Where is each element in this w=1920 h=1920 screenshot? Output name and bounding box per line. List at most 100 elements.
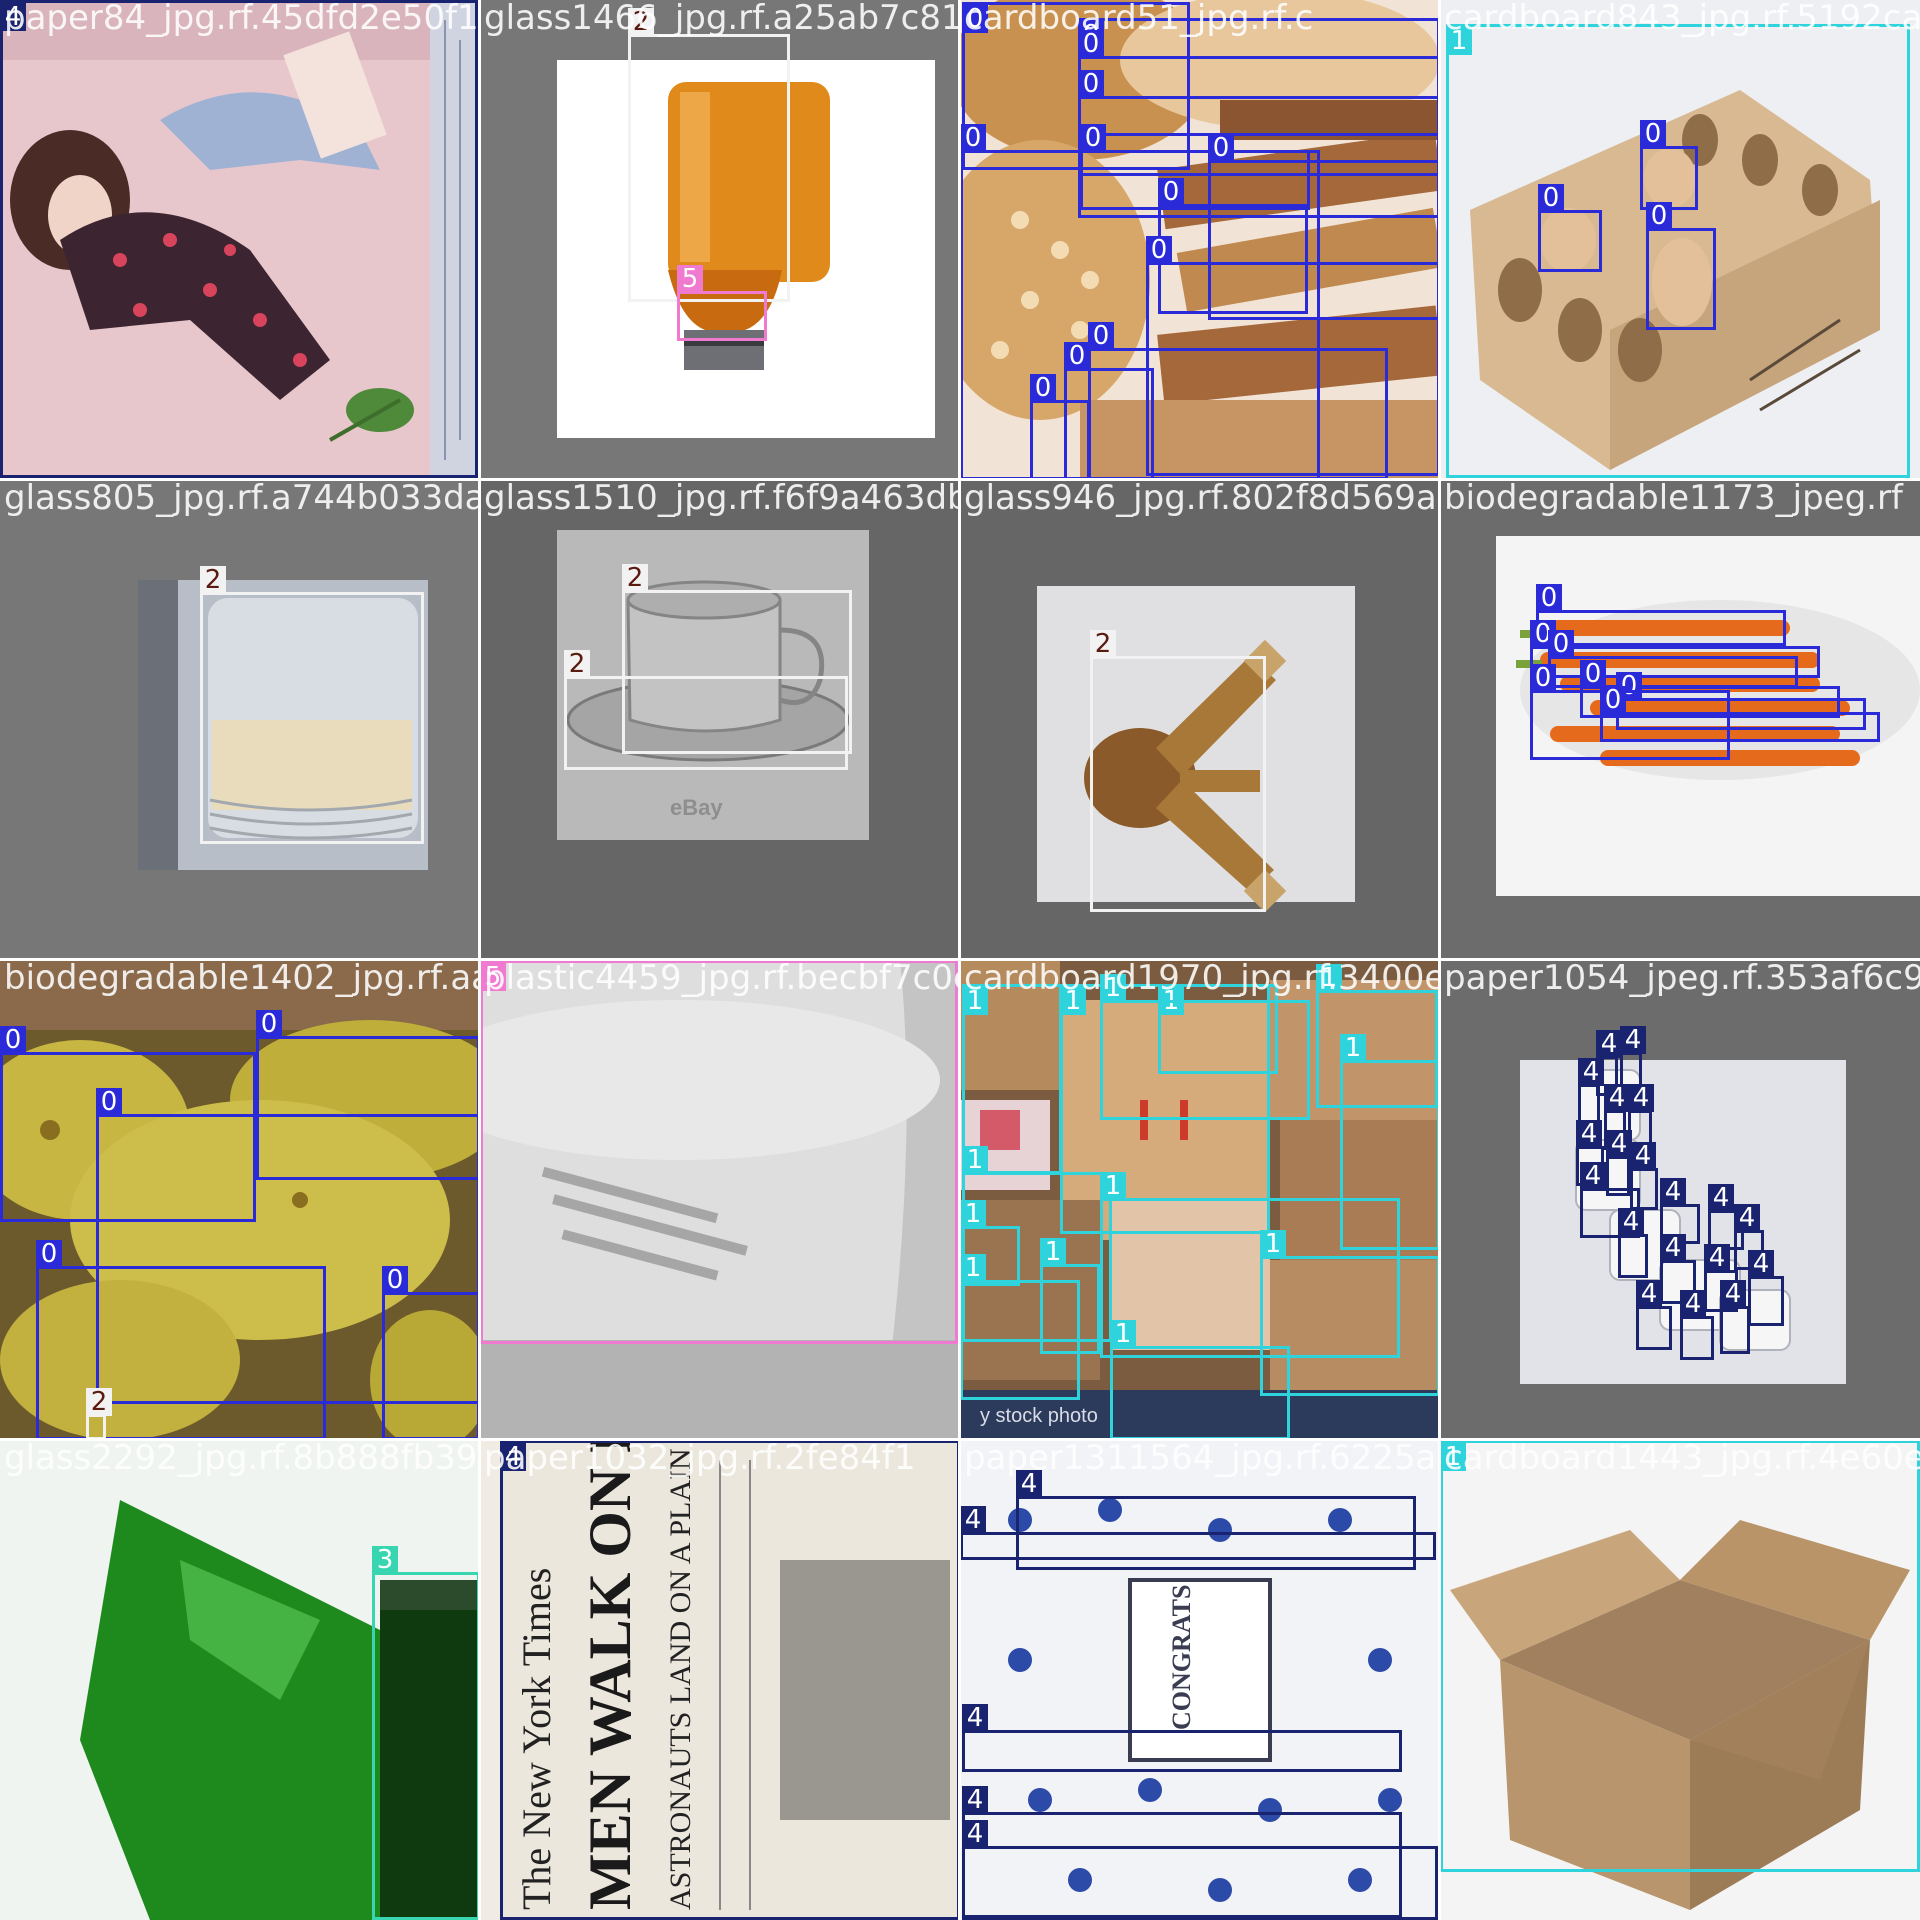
detection-box-class-4: 4 bbox=[1578, 1058, 1604, 1124]
grid-divider bbox=[0, 1438, 1920, 1441]
tile-cardboard51: cardboard51_jpg.rf.c000000000000 bbox=[960, 0, 1440, 480]
detection-label: 4 bbox=[962, 1820, 988, 1848]
tile-cardboard1443: cardboard1443_jpg.rf.4e60e 1 bbox=[1440, 1440, 1920, 1920]
detection-label: 2 bbox=[86, 1388, 112, 1416]
detection-label: 1 bbox=[960, 1200, 986, 1228]
detection-label: 1 bbox=[1340, 1034, 1366, 1062]
detection-label: 4 bbox=[1734, 1204, 1760, 1232]
detection-label: 2 bbox=[622, 564, 648, 592]
tile-cardboard843: cardboard843_jpg.rf.5192ca 1 0 0 0 bbox=[1440, 0, 1920, 480]
detection-label: 0 bbox=[1548, 630, 1574, 658]
detection-label: 0 bbox=[1536, 584, 1562, 612]
detection-box-class-2: 2 bbox=[564, 650, 848, 770]
detection-box-class-1: 1 bbox=[1440, 1440, 1920, 1872]
detection-box-class-0: 0 bbox=[1030, 374, 1090, 480]
detection-mosaic: paper84_jpg.rf.45dfd2e50f1 4 glass1466_jp… bbox=[0, 0, 1920, 1920]
detection-label: 4 bbox=[962, 1786, 988, 1814]
detection-label: 1 bbox=[1100, 1172, 1126, 1200]
detection-label: 0 bbox=[1146, 236, 1172, 264]
svg-text:y stock photo: y stock photo bbox=[980, 1405, 1098, 1427]
detection-label: 1 bbox=[1446, 27, 1472, 55]
detection-label: 0 bbox=[1208, 134, 1234, 162]
detection-label: 5 bbox=[677, 265, 703, 293]
detection-box-class-4: 4 bbox=[1618, 1208, 1648, 1278]
detection-label: 0 bbox=[960, 124, 986, 152]
detection-label: 0 bbox=[1538, 184, 1564, 212]
detection-box-class-1: 1 bbox=[1110, 1320, 1290, 1440]
detection-label: 4 bbox=[1748, 1250, 1774, 1278]
svg-text:CONGRATS: CONGRATS bbox=[1167, 1585, 1196, 1730]
tile-glass805: glass805_jpg.rf.a744b033da 2 bbox=[0, 480, 480, 960]
detection-box-class-4: 4 bbox=[1636, 1280, 1672, 1350]
detection-label: 0 bbox=[256, 1010, 282, 1038]
detection-label: 1 bbox=[962, 1146, 988, 1174]
detection-label: 4 bbox=[1708, 1184, 1734, 1212]
detection-label: 4 bbox=[1580, 1162, 1606, 1190]
detection-box-class-5: 5 bbox=[677, 265, 767, 341]
detection-label: 0 bbox=[1030, 374, 1056, 402]
detection-label: 1 bbox=[1440, 1443, 1466, 1471]
tile-glass2292: glass2292_jpg.rf.8b888fb39 3 bbox=[0, 1440, 480, 1920]
detection-label: 0 bbox=[962, 5, 988, 33]
detection-label: 0 bbox=[1640, 120, 1666, 148]
detection-box-class-2: 2 bbox=[628, 8, 790, 302]
detection-box-class-4: 4 bbox=[1748, 1250, 1784, 1326]
detection-label: 4 bbox=[1596, 1030, 1622, 1058]
detection-label: 1 bbox=[1260, 1230, 1286, 1258]
grid-divider bbox=[0, 958, 1920, 961]
tile-paper1311564: CONGRATS paper1311564_jpg.rf.6225a43b444… bbox=[960, 1440, 1440, 1920]
detection-label: 0 bbox=[1080, 124, 1106, 152]
detection-label: 2 bbox=[564, 650, 590, 678]
detection-label: 0 bbox=[1580, 660, 1606, 688]
detection-box-class-0: 0 bbox=[1600, 686, 1880, 742]
detection-label: 4 bbox=[1628, 1084, 1654, 1112]
detection-label: 1 bbox=[1100, 974, 1126, 1002]
detection-box-class-4: 4 bbox=[962, 1820, 1438, 1920]
tile-paper1032: The New York Times MEN WALK ON MOON ASTR… bbox=[480, 1440, 960, 1920]
detection-label: 0 bbox=[96, 1088, 122, 1116]
detection-box-class-1: 1 bbox=[960, 1254, 1080, 1400]
detection-label: 5 bbox=[480, 963, 506, 991]
detection-label: 4 bbox=[1660, 1234, 1686, 1262]
detection-box-class-4: 4 bbox=[0, 0, 478, 478]
detection-label: 4 bbox=[962, 1704, 988, 1732]
detection-box-class-0: 0 bbox=[1640, 120, 1698, 210]
detection-label: 4 bbox=[1620, 1026, 1646, 1054]
detection-box-class-1: 1 bbox=[1100, 974, 1310, 1120]
detection-box-class-4: 4 bbox=[500, 1440, 960, 1920]
detection-label: 0 bbox=[36, 1240, 62, 1268]
detection-label: 4 bbox=[1618, 1208, 1644, 1236]
detection-box-class-4: 4 bbox=[960, 1506, 1436, 1560]
detection-box-class-2: 2 bbox=[86, 1388, 112, 1440]
detection-label: 4 bbox=[960, 1506, 986, 1534]
detection-label: 4 bbox=[0, 3, 26, 31]
detection-label: 0 bbox=[1078, 70, 1104, 98]
detection-label: 4 bbox=[1704, 1244, 1730, 1272]
detection-box-class-2: 2 bbox=[1090, 630, 1266, 912]
detection-label: 2 bbox=[200, 566, 226, 594]
detection-label: 4 bbox=[1578, 1058, 1604, 1086]
detection-label: 4 bbox=[1720, 1280, 1746, 1308]
detection-box-class-0: 0 bbox=[382, 1266, 480, 1440]
grid-divider bbox=[0, 478, 1920, 481]
tile-biodegradable1402: biodegradable1402_jpg.rf.aa 0 0 0 0 0 2 bbox=[0, 960, 480, 1440]
detection-label: 3 bbox=[372, 1546, 398, 1574]
detection-label: 4 bbox=[1576, 1120, 1602, 1148]
detection-box-class-0: 0 bbox=[36, 1240, 326, 1440]
tile-paper1054: paper1054_jpeg.rf.353af6c9 4 4 4 4 4 4 4 4 4 4 4 4 4 4… bbox=[1440, 960, 1920, 1440]
detection-box-class-4: 4 bbox=[1720, 1280, 1750, 1354]
detection-label: 4 bbox=[1606, 1130, 1632, 1158]
detection-label: 0 bbox=[1646, 202, 1672, 230]
detection-label: 4 bbox=[1604, 1084, 1630, 1112]
tile-plastic4459: plastic4459_jpg.rf.becbf7c0c 5 bbox=[480, 960, 960, 1440]
detection-box-class-0: 0 bbox=[1538, 184, 1602, 272]
detection-label: 1 bbox=[1110, 1320, 1136, 1348]
tile-glass1510: eBay glass1510_jpg.rf.f6f9a463db 2 2 bbox=[480, 480, 960, 960]
detection-label: 4 bbox=[1016, 1470, 1042, 1498]
detection-label: 1 bbox=[1316, 964, 1342, 992]
detection-box-class-4: 4 bbox=[1680, 1290, 1714, 1360]
detection-box-class-0: 0 bbox=[1646, 202, 1716, 330]
detection-label: 0 bbox=[1088, 322, 1114, 350]
detection-label: 4 bbox=[1636, 1280, 1662, 1308]
detection-box-class-4: 4 bbox=[962, 1704, 1402, 1772]
